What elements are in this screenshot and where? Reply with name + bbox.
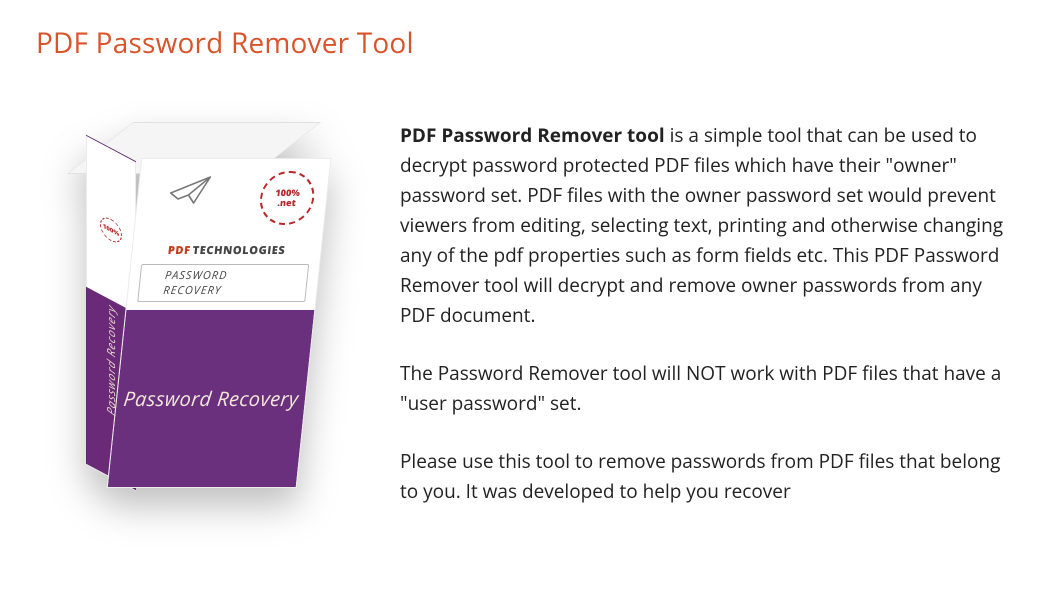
product-box-image: 100% Password Recovery 100% .net PDFTECH… xyxy=(36,120,356,508)
page-title: PDF Password Remover Tool xyxy=(36,24,1005,62)
badge-bottom-text: .net xyxy=(277,198,296,208)
brand-pdf-text: PDF xyxy=(167,243,191,258)
lead-bold-text: PDF Password Remover tool xyxy=(400,122,665,148)
content-row: 100% Password Recovery 100% .net PDFTECH… xyxy=(36,120,1005,508)
guarantee-badge-icon: 100% .net xyxy=(257,171,317,225)
paragraph-1-rest: is a simple tool that can be used to dec… xyxy=(400,122,1003,328)
badge-icon: 100% xyxy=(100,213,122,247)
description-paragraph-1: PDF Password Remover tool is a simple to… xyxy=(400,120,1005,330)
description-paragraph-3: Please use this tool to remove passwords… xyxy=(400,446,1005,506)
paper-plane-icon xyxy=(167,175,215,212)
box-front-face: 100% .net PDFTECHNOLOGIES PASSWORD RECOV… xyxy=(107,158,332,488)
description-column: PDF Password Remover tool is a simple to… xyxy=(400,120,1005,506)
subbrand-label: PASSWORD RECOVERY xyxy=(137,264,309,302)
brand-tech-text: TECHNOLOGIES xyxy=(192,243,286,258)
description-paragraph-2: The Password Remover tool will NOT work … xyxy=(400,358,1005,418)
software-box: 100% Password Recovery 100% .net PDFTECH… xyxy=(66,148,326,508)
brand-logo: PDFTECHNOLOGIES xyxy=(167,243,286,258)
box-front-label: Password Recovery xyxy=(108,310,315,487)
